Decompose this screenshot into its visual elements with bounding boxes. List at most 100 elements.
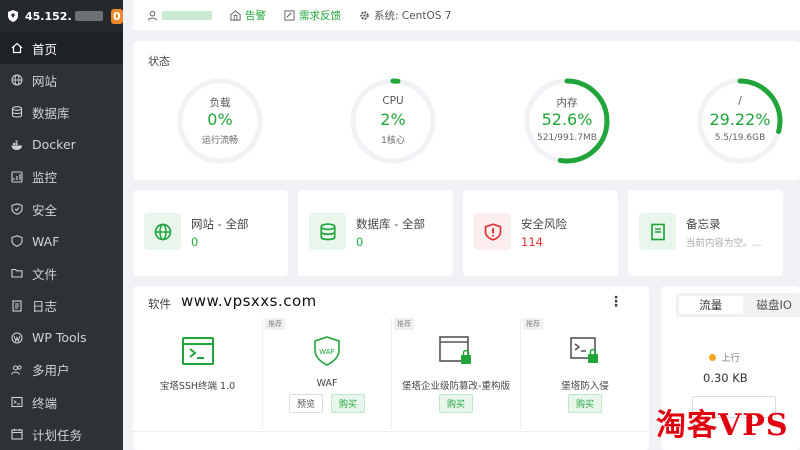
status-card: 状态 负载 0% 运行流畅 CPU 2% 1核心 内存 52.6% 521/991.7MB / 29… <box>133 41 800 180</box>
server-logo-icon <box>6 8 20 24</box>
sidebar-item-label: 多用户 <box>32 363 70 379</box>
sidebar-item-0[interactable]: 首页 <box>0 32 123 65</box>
database-icon <box>11 106 23 119</box>
quick-card-2[interactable]: 安全风险 114 <box>463 190 618 276</box>
sidebar-item-label: WP Tools <box>32 330 87 346</box>
quick-card-value: 0 <box>356 235 364 249</box>
ip-mask <box>74 11 103 21</box>
recommend-tag: 推荐 <box>523 318 543 330</box>
sidebar-item-4[interactable]: 监控 <box>0 161 123 193</box>
feedback-icon <box>284 9 295 21</box>
upload-label: 上行 <box>721 353 741 364</box>
status-title: 状态 <box>148 55 170 68</box>
waf-shield-icon: WAF <box>310 334 344 368</box>
gauge-label: 内存 <box>556 97 578 109</box>
gear-icon <box>360 10 369 20</box>
alert-icon <box>230 9 241 21</box>
buy-button[interactable]: 购买 <box>331 394 366 413</box>
sidebar-item-8[interactable]: 日志 <box>0 290 123 322</box>
feedback-link[interactable]: 需求反馈 <box>284 8 341 23</box>
gauge-0[interactable]: 负载 0% 运行流畅 <box>175 76 265 166</box>
sidebar-item-11[interactable]: 终端 <box>0 386 123 418</box>
gauge-value: 2% <box>380 110 406 129</box>
sidebar-item-12[interactable]: 计划任务 <box>0 418 123 450</box>
alert-link[interactable]: 告警 <box>230 8 266 23</box>
gauge-value: 29.22% <box>709 110 771 129</box>
watermark-url: www.vpsxxs.com <box>181 292 317 310</box>
database-icon <box>309 213 346 250</box>
calendar-icon <box>11 428 23 440</box>
quick-card-value: 当前内容为空。... <box>686 238 762 249</box>
sidebar-item-2[interactable]: 数据库 <box>0 96 123 128</box>
server-header: 45.152. 0 <box>0 0 123 32</box>
software-item-2[interactable]: 推荐 堡塔企业级防篡改-重构版 购买 <box>391 318 520 430</box>
wordpress-icon <box>11 332 23 344</box>
gauge-3[interactable]: / 29.22% 5.5/19.6GB <box>695 76 785 166</box>
globe-icon <box>11 74 23 86</box>
sidebar-item-7[interactable]: 文件 <box>0 257 123 289</box>
docker-icon <box>11 139 23 151</box>
sidebar-item-label: 文件 <box>32 266 58 282</box>
software-item-3[interactable]: 推荐堡塔防入侵购买 <box>520 318 649 430</box>
system-info: 系统: CentOS 7 <box>359 8 451 23</box>
software-name: 宝塔SSH终端 1.0 <box>159 381 236 392</box>
svg-text:WAF: WAF <box>319 349 334 356</box>
users-icon <box>11 364 23 376</box>
sidebar-item-1[interactable]: 网站 <box>0 64 123 96</box>
globe-icon <box>144 213 181 250</box>
sidebar-item-10[interactable]: 多用户 <box>0 354 123 386</box>
sidebar-item-5[interactable]: 安全 <box>0 193 123 225</box>
buy-button[interactable]: 购买 <box>567 394 602 413</box>
sidebar-item-label: 日志 <box>32 299 58 315</box>
memo-icon <box>639 213 676 250</box>
software-item-1[interactable]: 推荐 WAF WAF 预览 购买 <box>262 318 391 430</box>
recommend-tag: 推荐 <box>394 318 414 330</box>
terminal-icon <box>181 334 215 368</box>
sidebar-item-label: 监控 <box>32 170 58 186</box>
gauge-sub: 运行流畅 <box>201 136 238 146</box>
sidebar-item-label: Docker <box>32 137 76 153</box>
traffic-tabs: 流量 磁盘IO <box>676 293 800 317</box>
buy-button[interactable]: 购买 <box>438 394 473 413</box>
home-icon <box>11 42 23 54</box>
alert-label: 告警 <box>245 9 266 22</box>
more-menu-icon[interactable]: ⋮ <box>609 294 623 310</box>
software-item-0[interactable]: 宝塔SSH终端 1.0 <box>133 318 262 430</box>
upload-legend: 上行 <box>709 350 740 364</box>
preview-button[interactable]: 预览 <box>288 394 323 413</box>
sidebar-item-3[interactable]: Docker <box>0 129 123 161</box>
quick-card-title: 网站 - 全部 <box>191 217 249 231</box>
gauge-label: CPU <box>382 95 404 107</box>
software-card: 软件 www.vpsxxs.com ⋮ 宝塔SSH终端 1.0 推荐 WAF WAF 预… <box>133 286 649 450</box>
quick-card-value: 0 <box>191 235 199 249</box>
quick-card-1[interactable]: 数据库 - 全部 0 <box>298 190 453 276</box>
sidebar-item-label: 数据库 <box>32 105 70 121</box>
quick-card-title: 备忘录 <box>686 217 721 231</box>
tab-disk-io[interactable]: 磁盘IO <box>743 293 800 317</box>
sidebar: 45.152. 0 首页网站数据库 Docker 监控安全 WAF 文件日志 WP Too… <box>0 0 123 450</box>
recommend-tag: 推荐 <box>265 318 285 330</box>
sidebar-item-9[interactable]: WP Tools <box>0 322 123 354</box>
tamper-lock-icon <box>439 334 473 368</box>
quick-card-value: 114 <box>521 235 543 249</box>
quick-card-0[interactable]: 网站 - 全部 0 <box>133 190 288 276</box>
software-name: 堡塔防入侵 <box>561 381 609 392</box>
sidebar-item-label: 计划任务 <box>32 427 83 443</box>
gauge-1[interactable]: CPU 2% 1核心 <box>348 76 438 166</box>
watermark-logo: 淘客VPS <box>656 408 789 443</box>
gauge-2[interactable]: 内存 52.6% 521/991.7MB <box>522 76 612 166</box>
notification-badge[interactable]: 0 <box>110 8 123 24</box>
log-icon <box>11 300 23 312</box>
terminal-icon <box>11 396 23 408</box>
quick-card-title: 安全风险 <box>521 217 567 231</box>
sidebar-item-6[interactable]: WAF <box>0 225 123 257</box>
sidebar-item-label: 首页 <box>32 41 58 57</box>
intrusion-lock-icon <box>568 334 602 368</box>
gauge-sub: 1核心 <box>381 136 405 146</box>
quick-card-3[interactable]: 备忘录当前内容为空。... <box>628 190 783 276</box>
tab-flow[interactable]: 流量 <box>679 296 743 314</box>
upload-value: 0.30 KB <box>703 371 748 385</box>
sidebar-item-label: WAF <box>32 233 60 249</box>
username-mask <box>162 10 212 20</box>
gauge-sub: 5.5/19.6GB <box>714 133 766 143</box>
